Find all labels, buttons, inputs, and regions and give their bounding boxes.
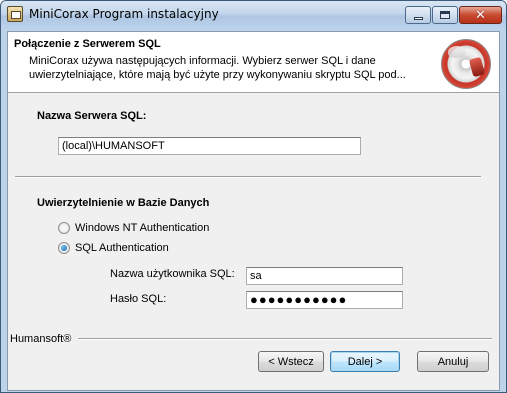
maximize-button[interactable] — [432, 6, 458, 24]
brand-label: Humansoft® — [10, 333, 72, 345]
dialog-body: Połączenie z Serwerem SQL MiniCorax używ… — [7, 31, 500, 391]
installer-icon — [7, 6, 23, 22]
title-bar[interactable]: MiniCorax Program instalacyjny ✕ — [1, 1, 506, 29]
username-label: Nazwa użytkownika SQL: — [110, 268, 235, 280]
maximize-icon — [440, 11, 450, 19]
header-banner: Połączenie z Serwerem SQL MiniCorax używ… — [8, 32, 499, 93]
window-title: MiniCorax Program instalacyjny — [29, 7, 219, 21]
close-button[interactable]: ✕ — [459, 6, 502, 24]
password-input[interactable]: ●●●●●●●●●●● — [246, 291, 403, 309]
sql-auth-option[interactable]: SQL Authentication — [58, 242, 169, 254]
auth-section-label: Uwierzytelnienie w Bazie Danych — [37, 197, 210, 209]
product-cd-logo — [441, 39, 491, 89]
windows-auth-option[interactable]: Windows NT Authentication — [58, 222, 209, 234]
page-description: MiniCorax używa następujących informacji… — [29, 55, 406, 81]
footer-divider — [78, 338, 492, 340]
page-title: Połączenie z Serwerem SQL — [14, 38, 161, 50]
windows-auth-label[interactable]: Windows NT Authentication — [75, 222, 209, 234]
username-input[interactable]: sa — [246, 267, 403, 285]
sql-server-input[interactable]: (local)\HUMANSOFT — [58, 137, 361, 155]
back-button[interactable]: < Wstecz — [258, 351, 324, 372]
cancel-button[interactable]: Anuluj — [417, 351, 489, 372]
minimize-icon — [413, 16, 423, 20]
close-icon: ✕ — [475, 7, 486, 23]
password-label: Hasło SQL: — [110, 293, 167, 305]
section-divider — [15, 176, 481, 178]
installer-window: MiniCorax Program instalacyjny ✕ Połącze… — [0, 0, 507, 393]
sql-auth-radio[interactable] — [58, 242, 70, 254]
next-button[interactable]: Dalej > — [330, 351, 400, 372]
sql-server-label: Nazwa Serwera SQL: — [37, 110, 147, 122]
windows-auth-radio[interactable] — [58, 222, 70, 234]
sql-auth-label[interactable]: SQL Authentication — [75, 242, 169, 254]
minimize-button[interactable] — [405, 6, 431, 24]
